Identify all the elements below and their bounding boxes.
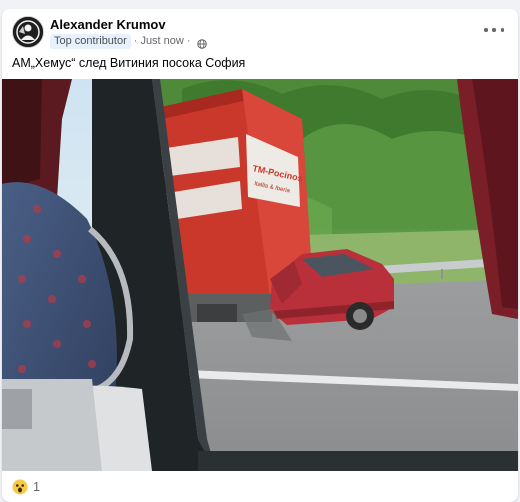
avatar-image [13, 17, 43, 47]
more-options-icon[interactable] [484, 23, 504, 37]
reaction-summary[interactable]: 1 [12, 479, 40, 495]
post-header: Alexander Krumov Top contributor · Just … [2, 9, 518, 53]
post-photo[interactable]: TM-Pocinos Itallia & Iberia [2, 79, 518, 471]
author-name[interactable]: Alexander Krumov [50, 17, 166, 32]
reaction-count: 1 [33, 480, 40, 494]
accident-photo-image: TM-Pocinos Itallia & Iberia [2, 79, 518, 471]
meta-separator: · [133, 35, 138, 47]
post-meta: Top contributor · Just now · [50, 33, 207, 49]
post-footer: 1 [2, 471, 518, 502]
author-avatar[interactable] [12, 16, 44, 48]
wow-reaction-icon [12, 479, 28, 495]
globe-icon [196, 36, 207, 49]
meta-separator-2: · [186, 35, 191, 47]
post-timestamp[interactable]: Just now [140, 35, 183, 47]
post-card: Alexander Krumov Top contributor · Just … [2, 9, 518, 502]
post-caption: АМ„Хемус“ след Витиния посока София [12, 56, 246, 70]
top-contributor-badge[interactable]: Top contributor [50, 33, 131, 49]
